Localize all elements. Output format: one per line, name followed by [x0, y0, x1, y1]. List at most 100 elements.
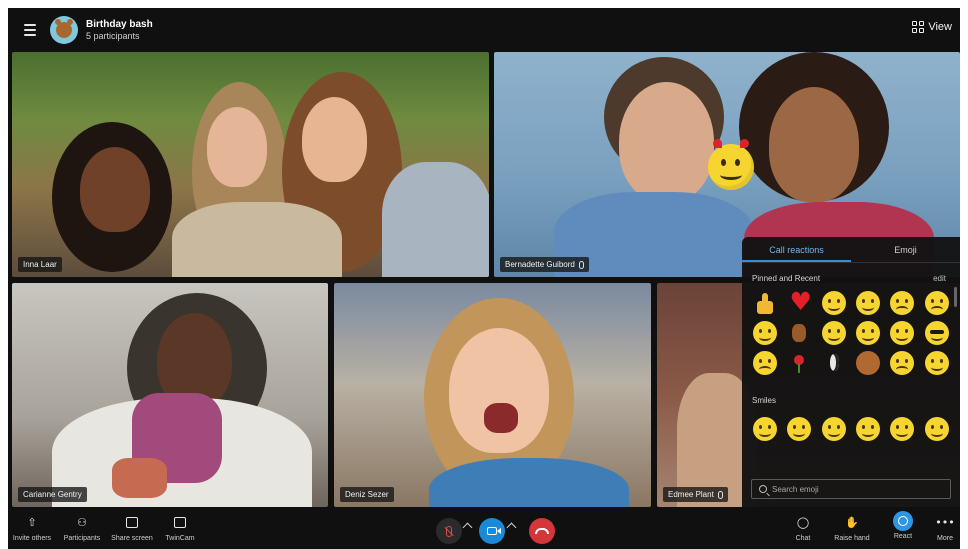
heart-icon[interactable] [787, 287, 811, 316]
twincam-label: TwinCam [165, 535, 195, 542]
chat-button[interactable]: ◯ Chat [788, 514, 818, 543]
more-label: More [937, 535, 953, 542]
mic-off-icon [446, 525, 452, 537]
rofl-emoji-icon[interactable] [890, 321, 915, 345]
laugh-emoji-icon[interactable] [821, 291, 846, 315]
video-options-chevron-icon[interactable] [506, 522, 517, 533]
devil-reaction-emoji [708, 139, 754, 190]
raise-hand-icon: ✋ [845, 515, 859, 529]
laugh-emoji-icon[interactable] [856, 417, 881, 441]
more-dots-icon: ••• [935, 515, 955, 529]
participant-name-tag: Deniz Sezer [340, 487, 394, 502]
panel-scrollbar[interactable] [954, 287, 957, 307]
video-tile-carianne[interactable]: Carianne Gentry [12, 283, 328, 507]
smiles-section-title: Smiles [752, 395, 777, 405]
react-button[interactable]: React [886, 511, 920, 540]
thumbs-up-icon[interactable] [753, 291, 777, 315]
share-upload-icon: ⇧ [27, 515, 37, 529]
call-window: Birthday bash 5 participants View Inna L… [8, 8, 960, 549]
pinned-section-header: Pinned and Recent edit [742, 269, 960, 287]
participant-count: 5 participants [86, 30, 140, 41]
teddy-bear-icon [55, 19, 73, 38]
smiles-emoji-grid [742, 413, 960, 441]
video-tile-inna[interactable]: Inna Laar [12, 52, 489, 277]
twincam-icon [172, 514, 188, 530]
search-icon [759, 485, 767, 493]
penguin-icon[interactable] [822, 351, 846, 375]
more-button[interactable]: ••• More [932, 514, 958, 543]
tab-call-reactions[interactable]: Call reactions [742, 237, 851, 262]
participant-name: Edmee Plant [668, 490, 714, 499]
audio-options-chevron-icon[interactable] [462, 522, 473, 533]
cool-emoji-icon[interactable] [924, 321, 949, 345]
cry-emoji-icon[interactable] [890, 291, 915, 315]
pinned-emoji-grid [742, 287, 960, 375]
dog-emoji-icon[interactable] [792, 324, 807, 342]
birthday-cake [112, 458, 167, 498]
smile-emoji-icon[interactable] [753, 417, 778, 441]
call-controls-bar: ⇧ Invite others ⚇ Participants Share scr… [8, 509, 960, 549]
grid-view-icon [912, 21, 925, 33]
emoji-search-box [751, 479, 951, 499]
raise-hand-label: Raise hand [834, 535, 870, 542]
share-screen-label: Share screen [111, 535, 153, 542]
invite-others-button[interactable]: ⇧ Invite others [12, 514, 52, 543]
group-avatar[interactable] [50, 16, 78, 44]
conversation-title: Birthday bash [86, 19, 153, 31]
worried-emoji-icon[interactable] [753, 351, 778, 375]
react-label: React [893, 533, 913, 540]
reactions-panel: Call reactions Emoji Pinned and Recent e… [742, 237, 960, 507]
invite-others-label: Invite others [12, 535, 52, 542]
surprised-emoji-icon[interactable] [856, 291, 881, 315]
participant-name: Carianne Gentry [23, 490, 82, 499]
thinking-emoji-icon[interactable] [753, 321, 778, 345]
mic-icon [717, 490, 723, 499]
cheeky-emoji-icon[interactable] [787, 417, 812, 441]
wink-emoji-icon[interactable] [924, 417, 949, 441]
hang-up-icon [535, 528, 549, 534]
happy-emoji-icon[interactable] [821, 417, 846, 441]
video-camera-icon [487, 527, 501, 535]
chat-icon: ◯ [796, 515, 810, 529]
edit-link[interactable]: edit [933, 274, 946, 283]
pinned-section-title: Pinned and Recent [752, 273, 821, 283]
kiss-emoji-icon[interactable] [856, 321, 881, 345]
tab-emoji[interactable]: Emoji [851, 237, 960, 262]
emoji-search-input[interactable] [772, 484, 942, 494]
raise-hand-button[interactable]: ✋ Raise hand [830, 514, 874, 543]
smiles-section-header: Smiles [742, 391, 960, 409]
rose-icon[interactable] [787, 351, 811, 375]
chat-label: Chat [795, 535, 811, 542]
big-smile-emoji-icon[interactable] [890, 417, 915, 441]
view-label: View [928, 21, 952, 33]
participant-name-tag: Bernadette Guibord [500, 257, 589, 272]
participant-name-tag: Carianne Gentry [18, 487, 87, 502]
participant-name: Inna Laar [23, 260, 57, 269]
participants-button[interactable]: ⚇ Participants [60, 514, 104, 543]
react-icon [893, 511, 913, 531]
participant-name: Bernadette Guibord [505, 260, 575, 269]
video-toggle-button[interactable] [479, 518, 505, 544]
in-love-emoji-icon[interactable] [821, 321, 846, 345]
reactions-tabs: Call reactions Emoji [742, 237, 960, 263]
participants-label: Participants [63, 535, 101, 542]
twincam-button[interactable]: TwinCam [160, 514, 200, 542]
participants-icon: ⚇ [77, 515, 87, 529]
mute-button[interactable] [436, 518, 462, 544]
conversation-title-block[interactable]: Birthday bash 5 participants [86, 19, 153, 41]
participant-name-tag: Inna Laar [18, 257, 62, 272]
participant-name: Deniz Sezer [345, 490, 389, 499]
mic-icon [578, 260, 584, 269]
end-call-button[interactable] [529, 518, 555, 544]
view-button[interactable]: View [912, 21, 952, 33]
share-screen-icon [124, 514, 140, 530]
sad-emoji-icon[interactable] [924, 291, 949, 315]
bear-icon[interactable] [856, 351, 881, 375]
call-header: Birthday bash 5 participants View [8, 8, 960, 52]
video-tile-deniz[interactable]: Deniz Sezer [334, 283, 651, 507]
sick-emoji-icon[interactable] [890, 351, 915, 375]
menu-icon[interactable] [16, 16, 44, 44]
wink-emoji-icon[interactable] [924, 351, 949, 375]
share-screen-button[interactable]: Share screen [110, 514, 154, 542]
participant-name-tag: Edmee Plant [663, 487, 728, 502]
